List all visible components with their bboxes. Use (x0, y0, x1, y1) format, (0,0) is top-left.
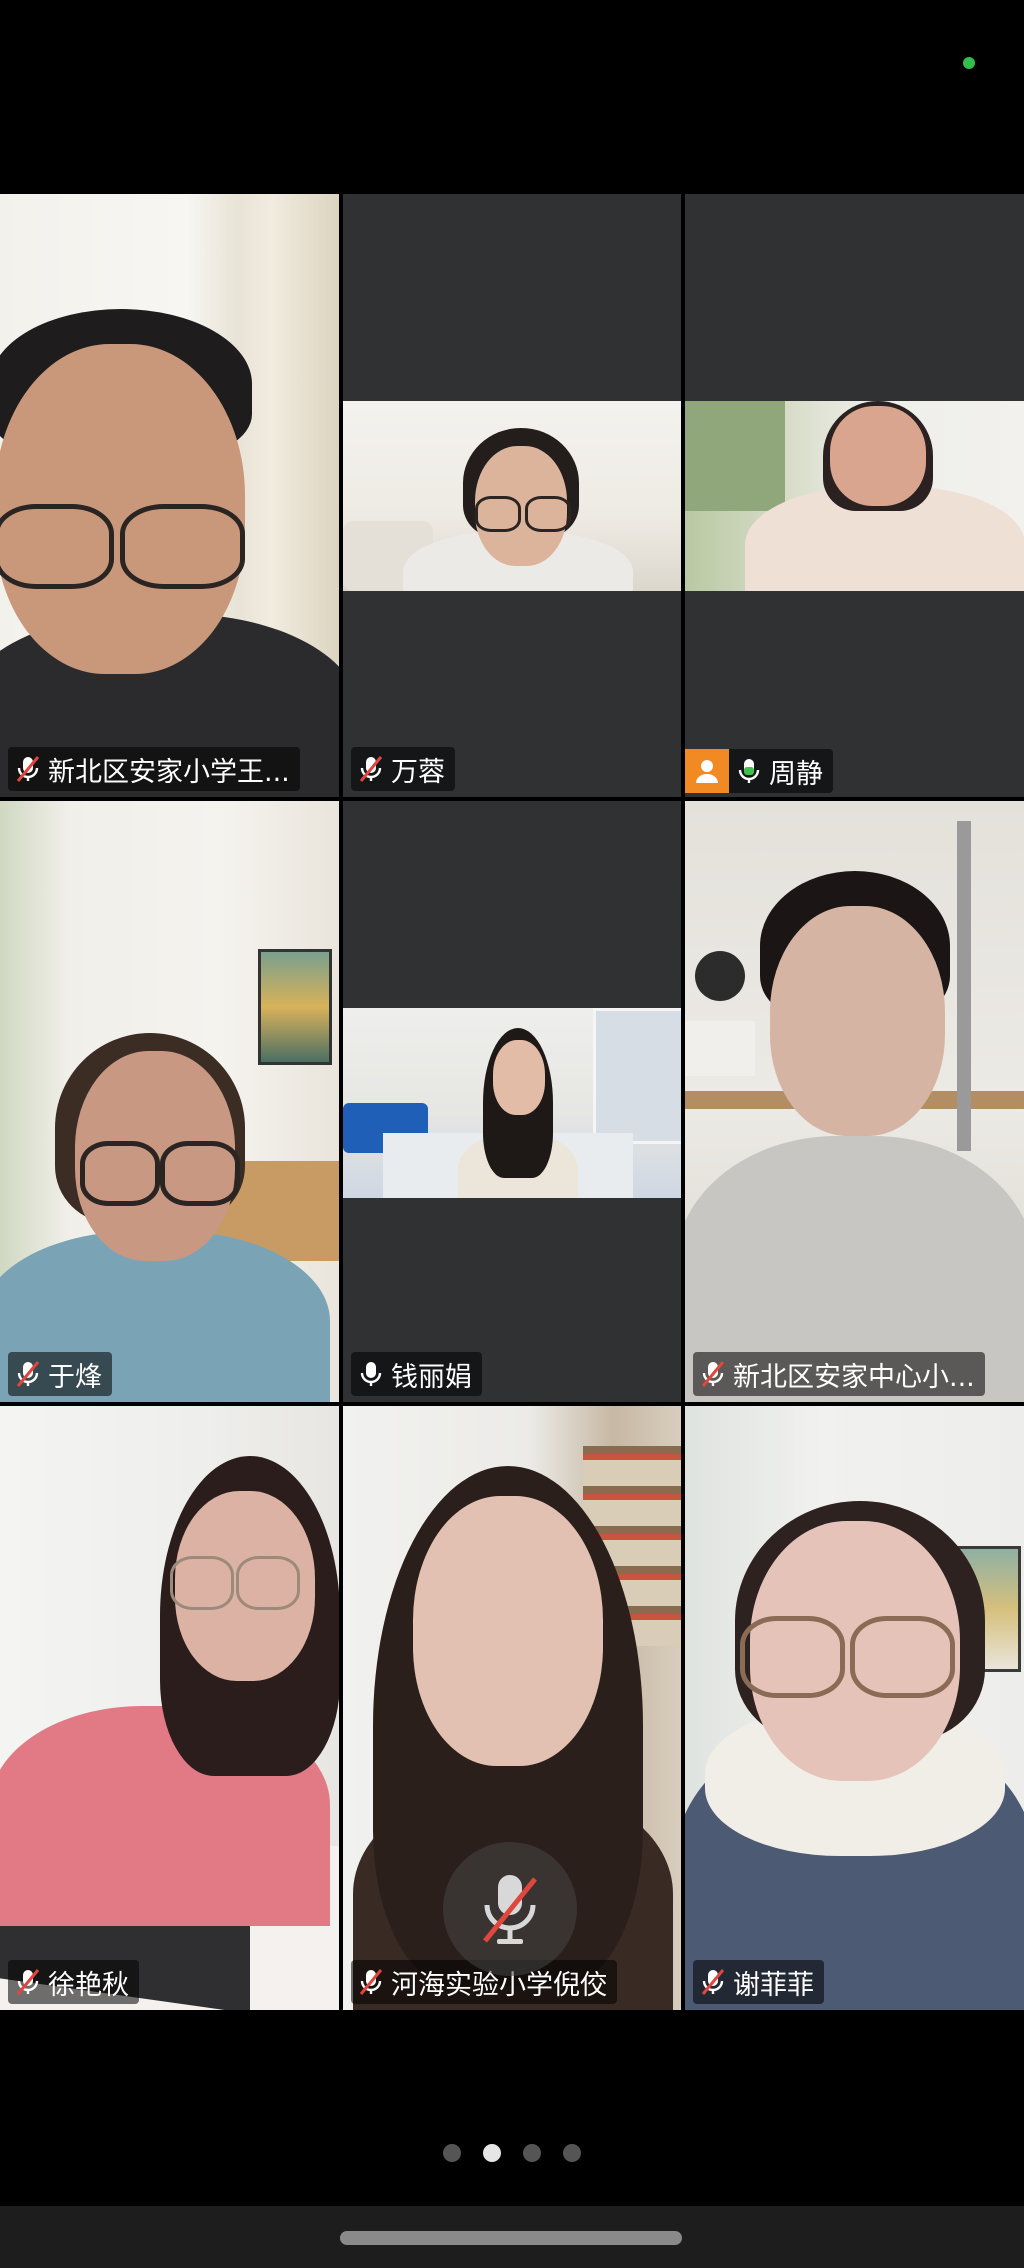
participant-video (685, 801, 1024, 1402)
host-badge (685, 749, 729, 793)
participant-video (343, 1008, 681, 1198)
participant-video (685, 1406, 1024, 2010)
name-tag: 徐艳秋 (8, 1960, 139, 2004)
participant-video (0, 194, 339, 797)
mic-muted-icon (701, 1361, 725, 1387)
home-indicator[interactable] (340, 2231, 682, 2245)
participant-tile[interactable]: 谢菲菲 (685, 1406, 1024, 2010)
participant-tile[interactable]: 新北区安家小学王... (0, 194, 339, 797)
participant-tile[interactable]: 于烽 (0, 801, 339, 1402)
participant-name: 新北区安家小学王... (48, 756, 290, 788)
person-icon (696, 760, 718, 783)
mic-muted-icon (16, 756, 40, 782)
participant-tile[interactable]: 周静 (685, 194, 1024, 797)
participant-name: 万蓉 (391, 756, 445, 788)
name-tag: 周静 (685, 749, 843, 793)
status-indicator (963, 57, 975, 69)
participant-name: 新北区安家中心小... (733, 1361, 975, 1393)
name-tag: 万蓉 (351, 747, 455, 791)
name-tag: 新北区安家中心小... (693, 1352, 985, 1396)
participant-name: 于烽 (48, 1361, 102, 1393)
participant-tile[interactable]: 新北区安家中心小... (685, 801, 1024, 1402)
page-dot[interactable] (563, 2144, 581, 2162)
page-dot[interactable] (443, 2144, 461, 2162)
participant-tile[interactable]: 徐艳秋 (0, 1406, 339, 2010)
participant-video (343, 401, 681, 591)
page-dot-current[interactable] (483, 2144, 501, 2162)
participant-tile[interactable]: 钱丽娟 (343, 801, 681, 1402)
participant-name: 徐艳秋 (48, 1969, 129, 2001)
participant-video (0, 1406, 339, 2010)
mic-off-icon (483, 1875, 537, 1944)
mic-active-icon (738, 759, 760, 783)
self-mute-button[interactable] (443, 1842, 577, 1976)
name-tag: 钱丽娟 (351, 1352, 482, 1396)
name-tag: 于烽 (8, 1352, 112, 1396)
participant-name: 谢菲菲 (733, 1969, 814, 2001)
mic-muted-icon (16, 1361, 40, 1387)
participant-video (0, 801, 339, 1402)
video-grid: 新北区安家小学王... 万蓉 周静 于烽 钱丽娟 新北区安家中心小... 徐艳秋… (0, 194, 1024, 2010)
mic-muted-icon (359, 1969, 383, 1995)
page-indicator[interactable] (0, 2144, 1024, 2162)
participant-name: 周静 (769, 758, 823, 790)
participant-name: 钱丽娟 (391, 1361, 472, 1393)
mic-icon (360, 1362, 382, 1386)
mic-muted-icon (701, 1969, 725, 1995)
name-tag: 谢菲菲 (693, 1960, 824, 2004)
mic-muted-icon (16, 1969, 40, 1995)
page-dot[interactable] (523, 2144, 541, 2162)
participant-tile[interactable]: 万蓉 (343, 194, 681, 797)
mic-muted-icon (359, 756, 383, 782)
name-tag: 新北区安家小学王... (8, 747, 300, 791)
participant-video (685, 401, 1024, 591)
